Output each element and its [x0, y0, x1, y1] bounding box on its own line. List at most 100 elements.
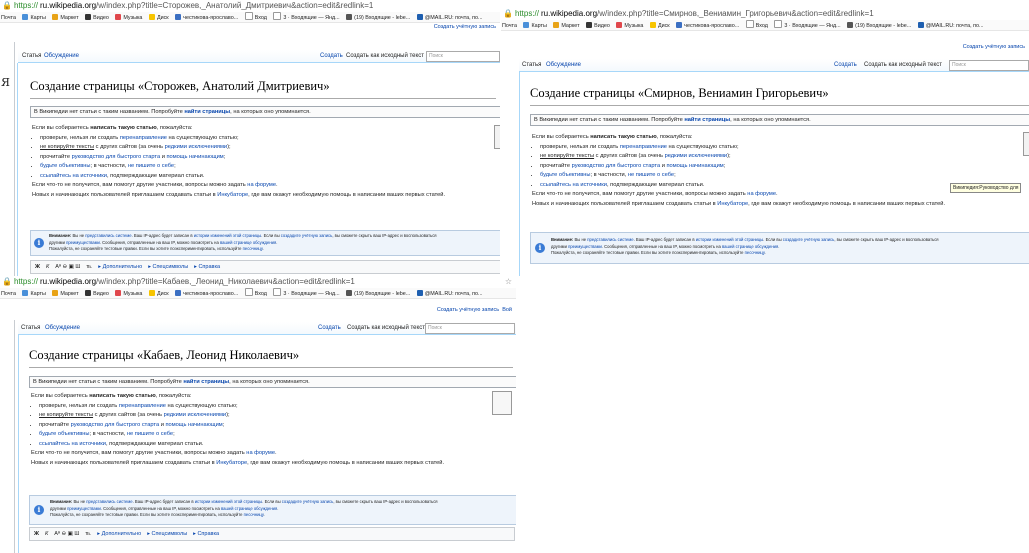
italic-button[interactable]: К: [46, 261, 49, 273]
star-icon[interactable]: ☆: [505, 276, 512, 288]
tab-discussion[interactable]: Обсуждение: [45, 322, 80, 334]
objective-link[interactable]: будьте объективны: [39, 431, 89, 437]
special-chars-menu[interactable]: ▸ Спецсимволы: [148, 261, 188, 273]
scrollbar-thumb[interactable]: [1023, 132, 1029, 156]
history-link[interactable]: истории изменений этой страницы: [696, 237, 764, 242]
bookmark-item[interactable]: Диск: [148, 289, 169, 298]
quickstart-link[interactable]: руководство для быстрого старта: [572, 163, 661, 169]
redirect-link[interactable]: перенаправление: [119, 403, 166, 409]
newbie-help-link[interactable]: помощь начинающим: [166, 154, 223, 160]
tab-create[interactable]: Создать: [320, 50, 343, 62]
bookmark-item[interactable]: @MAIL.RU: почта, по...: [917, 21, 984, 30]
search-input[interactable]: Поиск: [949, 60, 1029, 71]
bookmark-item[interactable]: Диск: [649, 21, 670, 30]
tab-article[interactable]: Статья: [22, 50, 41, 62]
tab-discussion[interactable]: Обсуждение: [546, 59, 581, 71]
tab-article[interactable]: Статья: [21, 322, 40, 334]
bookmark-item[interactable]: (19) Входящие - lebe...: [346, 13, 410, 22]
insert-tools[interactable]: Аª ⊖ ▣ Ш: [54, 528, 79, 540]
rare-exceptions-link[interactable]: редкими исключениями: [665, 153, 728, 159]
bookmark-item[interactable]: 3 · Входящие — Янд...: [774, 20, 841, 30]
insert-tools[interactable]: Аª ⊖ ▣ Ш: [55, 261, 80, 273]
sandbox-link[interactable]: песочницу: [745, 250, 765, 255]
history-link[interactable]: истории изменений этой страницы: [195, 499, 263, 504]
bookmark-item[interactable]: Видео: [586, 21, 610, 30]
no-self-link[interactable]: не пишите о себе: [127, 431, 173, 437]
advantages-link[interactable]: преимуществами: [568, 244, 602, 249]
sources-link[interactable]: ссылайтесь на источники: [540, 182, 607, 188]
italic-button[interactable]: К: [45, 528, 48, 540]
bookmark-item[interactable]: Маркет: [52, 13, 79, 22]
tab-create-source[interactable]: Создать как исходный текст: [864, 59, 942, 71]
find-pages-link[interactable]: найти страницы: [684, 117, 730, 123]
bookmark-item[interactable]: Карты: [523, 21, 547, 30]
bookmark-item[interactable]: 3 · Входящие — Янд...: [273, 288, 340, 298]
create-account-warn-link[interactable]: создадите учётную запись: [282, 499, 334, 504]
incubator-link[interactable]: Инкубаторе: [217, 192, 248, 198]
bold-button[interactable]: Ж: [35, 261, 40, 273]
advanced-menu[interactable]: ▸ Дополнительно: [98, 261, 142, 273]
rare-exceptions-link[interactable]: редкими исключениями: [164, 412, 227, 418]
advantages-link[interactable]: преимуществами: [66, 240, 100, 245]
bookmark-item[interactable]: Почта: [502, 21, 517, 30]
bookmark-item[interactable]: Музыка: [115, 13, 142, 22]
bookmark-item[interactable]: честикова-ярославо...: [175, 289, 238, 298]
bold-button[interactable]: Ж: [34, 528, 39, 540]
address-bar[interactable]: 🔒 https://ru.wikipedia.org/w/index.php?ti…: [0, 276, 516, 288]
tab-create-source[interactable]: Создать как исходный текст: [346, 50, 424, 62]
bookmark-item[interactable]: Видео: [85, 13, 109, 22]
help-menu[interactable]: ▸ Справка: [193, 528, 219, 540]
bookmark-item[interactable]: Диск: [148, 13, 169, 22]
redirect-link[interactable]: перенаправление: [120, 135, 167, 141]
advanced-menu[interactable]: ▸ Дополнительно: [97, 528, 141, 540]
bookmark-item[interactable]: @MAIL.RU: почта, по...: [416, 13, 483, 22]
address-bar[interactable]: 🔒 https://ru.wikipedia.org/w/index.php?ti…: [501, 8, 1029, 20]
login-link[interactable]: представились системе: [587, 237, 633, 242]
bookmark-item[interactable]: честикова-ярославо...: [676, 21, 739, 30]
bookmark-item[interactable]: Карты: [22, 289, 46, 298]
forum-link[interactable]: на форуме: [246, 450, 275, 456]
bookmark-item[interactable]: Музыка: [115, 289, 142, 298]
login-link-top[interactable]: Вой: [502, 307, 512, 313]
tab-create[interactable]: Создать: [318, 322, 341, 334]
bookmark-item[interactable]: Маркет: [52, 289, 79, 298]
bookmark-item[interactable]: Почта: [1, 13, 16, 22]
no-copy-link[interactable]: не копируйте тексты: [540, 153, 594, 159]
search-input[interactable]: Поиск: [426, 51, 500, 62]
bookmark-item[interactable]: (19) Входящие - lebe...: [847, 21, 911, 30]
forum-link[interactable]: на форуме: [747, 191, 776, 197]
sources-link[interactable]: ссылайтесь на источники: [39, 441, 106, 447]
forum-link[interactable]: на форуме: [247, 182, 276, 188]
no-self-link[interactable]: не пишите о себе: [128, 163, 174, 169]
signature-button[interactable]: ℡: [86, 261, 92, 273]
sandbox-link[interactable]: песочницу: [243, 246, 263, 251]
redirect-link[interactable]: перенаправление: [620, 144, 667, 150]
create-account-link[interactable]: Создать учётную запись: [0, 23, 500, 32]
create-account-warn-link[interactable]: создадите учётную запись: [783, 237, 835, 242]
bookmark-item[interactable]: честикова-ярославо...: [175, 13, 238, 22]
bookmark-item[interactable]: Вход: [745, 20, 768, 30]
signature-button[interactable]: ℡: [85, 528, 91, 540]
address-bar[interactable]: 🔒 https://ru.wikipedia.org/w/index.php?ti…: [0, 0, 500, 12]
scrollbar-thumb[interactable]: [494, 125, 500, 149]
no-copy-link[interactable]: не копируйте тексты: [40, 144, 94, 150]
sandbox-link[interactable]: песочницу: [244, 512, 264, 517]
help-menu[interactable]: ▸ Справка: [194, 261, 220, 273]
login-link[interactable]: представились системе: [85, 233, 131, 238]
newbie-help-link[interactable]: помощь начинающим: [165, 422, 222, 428]
objective-link[interactable]: будьте объективны: [540, 172, 590, 178]
tab-discussion[interactable]: Обсуждение: [44, 50, 79, 62]
incubator-link[interactable]: Инкубаторе: [216, 460, 247, 466]
objective-link[interactable]: будьте объективны: [40, 163, 90, 169]
rare-exceptions-link[interactable]: редкими исключениями: [165, 144, 228, 150]
bookmark-item[interactable]: Вход: [244, 12, 267, 22]
tab-create-source[interactable]: Создать как исходный текст: [347, 322, 425, 334]
bookmark-item[interactable]: Почта: [1, 289, 16, 298]
login-link[interactable]: представились системе: [86, 499, 132, 504]
talk-page-link[interactable]: вашей странице обсуждения: [220, 240, 276, 245]
newbie-help-link[interactable]: помощь начинающим: [666, 163, 723, 169]
incubator-link[interactable]: Инкубаторе: [717, 201, 748, 207]
tab-create[interactable]: Создать: [834, 59, 857, 71]
create-account-warn-link[interactable]: создадите учётную запись: [281, 233, 333, 238]
talk-page-link[interactable]: вашей странице обсуждения: [221, 506, 277, 511]
